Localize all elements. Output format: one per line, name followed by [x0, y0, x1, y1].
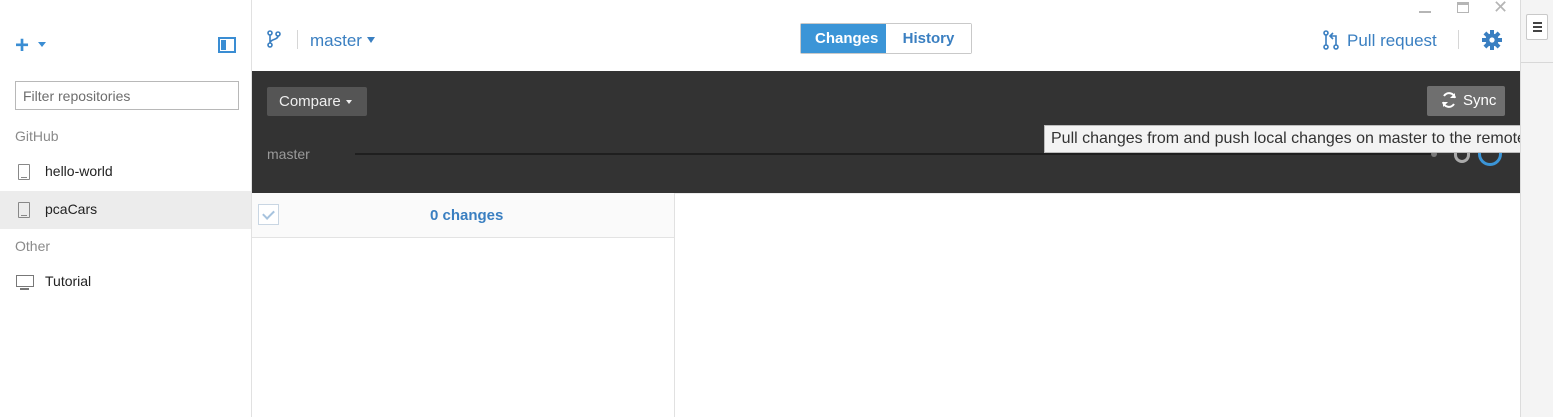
app-window: + GitHub hello-world pcaCars Other Tutor… — [0, 0, 1548, 417]
divider — [1521, 62, 1553, 63]
repo-label: hello-world — [45, 163, 113, 179]
header-divider — [1458, 30, 1459, 49]
collapse-sidebar-icon[interactable] — [218, 37, 236, 53]
repository-sidebar: + GitHub hello-world pcaCars Other Tutor… — [0, 0, 252, 417]
tab-history[interactable]: History — [886, 24, 971, 53]
repository-icon — [18, 164, 30, 180]
branch-selector[interactable]: master — [310, 31, 362, 51]
section-github: GitHub — [15, 128, 59, 144]
repo-label: pcaCars — [45, 201, 98, 217]
repo-item-tutorial[interactable]: Tutorial — [0, 263, 251, 301]
compare-caret-icon[interactable] — [346, 100, 352, 104]
repo-item-pcacars[interactable]: pcaCars — [0, 191, 251, 229]
sync-button[interactable]: Sync — [1427, 86, 1505, 116]
branch-icon — [267, 30, 281, 48]
sync-tooltip: Pull changes from and push local changes… — [1044, 125, 1548, 153]
add-repository-icon[interactable]: + — [15, 34, 29, 58]
gear-icon[interactable] — [1482, 30, 1502, 50]
sync-icon — [1442, 92, 1456, 108]
repo-label: Tutorial — [45, 273, 92, 289]
diff-pane — [675, 193, 1520, 194]
tab-changes[interactable]: Changes — [801, 24, 886, 53]
section-other: Other — [15, 238, 51, 254]
commit-timeline[interactable] — [355, 153, 1435, 155]
filter-repositories-input[interactable] — [15, 81, 239, 110]
monitor-icon — [16, 275, 34, 290]
pane-divider[interactable] — [674, 193, 675, 417]
repo-item-hello-world[interactable]: hello-world — [0, 153, 251, 191]
branch-caret-icon[interactable] — [367, 37, 375, 43]
header-divider — [297, 30, 298, 49]
menu-icon[interactable] — [1526, 14, 1548, 40]
maximize-icon[interactable] — [1457, 2, 1469, 13]
branch-track-label: master — [267, 146, 310, 162]
changes-count: 0 changes — [430, 207, 504, 224]
select-all-checkbox[interactable] — [258, 204, 279, 225]
compare-button[interactable]: Compare — [267, 87, 367, 116]
background-window-strip — [1520, 0, 1553, 417]
repository-icon — [18, 202, 30, 218]
minimize-icon[interactable] — [1419, 11, 1431, 13]
close-icon[interactable]: ✕ — [1493, 0, 1508, 16]
pull-request-button[interactable]: Pull request — [1347, 31, 1437, 51]
view-tabs: Changes History — [800, 23, 972, 54]
add-menu-caret-icon[interactable] — [38, 42, 46, 47]
pull-request-icon[interactable] — [1323, 30, 1339, 50]
